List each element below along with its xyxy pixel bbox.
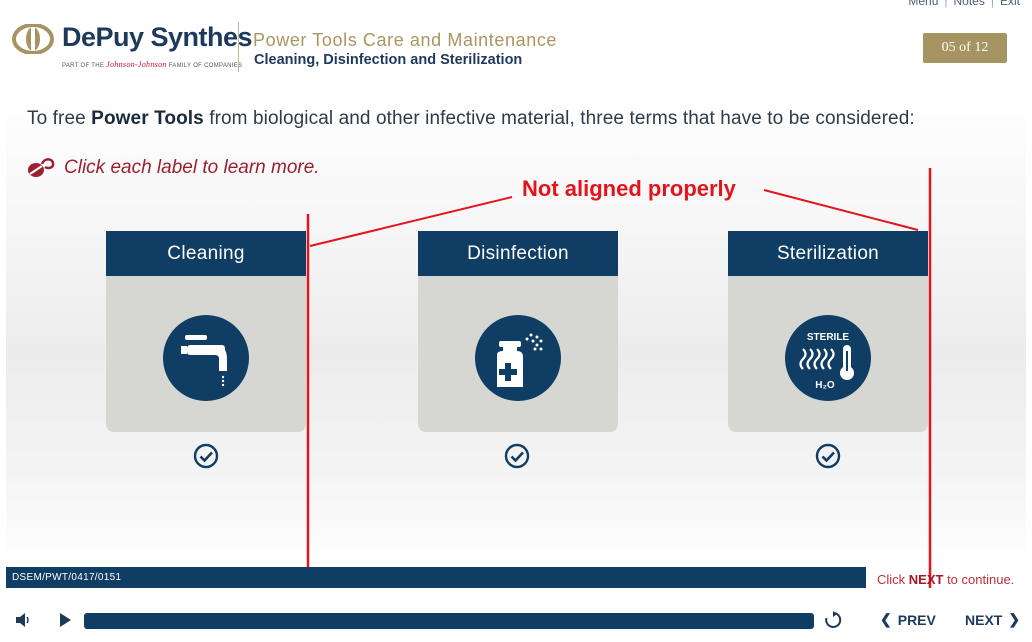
sterile-icon-text-bottom: H₂O xyxy=(815,380,835,391)
continue-hint: Click NEXT to continue. xyxy=(877,572,1014,587)
faucet-icon xyxy=(163,315,249,401)
next-label: NEXT xyxy=(965,611,1003,628)
exit-link[interactable]: Exit xyxy=(1000,0,1020,8)
sterile-h2o-icon: STERILE H₂O xyxy=(785,315,871,401)
pills-icon xyxy=(28,158,55,177)
play-icon[interactable] xyxy=(56,611,74,629)
header: DePuy Synthes PART OF THE Johnson-Johnso… xyxy=(0,0,1032,90)
card-disinfection[interactable]: Disinfection xyxy=(418,231,618,432)
check-icon xyxy=(504,443,530,469)
course-subtitle: Cleaning, Disinfection and Sterilization xyxy=(254,52,523,68)
hint-text: Click each label to learn more. xyxy=(64,157,320,178)
link-separator: | xyxy=(944,0,948,8)
volume-icon[interactable] xyxy=(14,611,32,629)
chevron-right-icon: ❯ xyxy=(1008,611,1021,627)
hint: Click each label to learn more. xyxy=(26,156,320,180)
card-label[interactable]: Disinfection xyxy=(418,231,618,276)
top-links: Menu | Notes | Exit xyxy=(908,0,1020,8)
notes-link[interactable]: Notes xyxy=(954,0,985,8)
document-code-bar: DSEM/PWT/0417/0151 xyxy=(6,567,866,588)
link-separator: | xyxy=(990,0,994,8)
intro-prefix: To free xyxy=(27,108,92,129)
card-sterilization[interactable]: Sterilization STERILE H₂O xyxy=(728,231,928,432)
card-cleaning[interactable]: Cleaning xyxy=(106,231,306,432)
intro-text: To free Power Tools from biological and … xyxy=(27,108,915,130)
player-controls: ❮ PREV NEXT ❯ xyxy=(0,600,1032,642)
card-label[interactable]: Cleaning xyxy=(106,231,306,276)
brand-tagline: PART OF THE Johnson-Johnson FAMILY OF CO… xyxy=(62,60,242,69)
depuy-synthes-logo-icon xyxy=(12,24,54,54)
continue-next: NEXT xyxy=(908,572,944,587)
sterile-icon-text-top: STERILE xyxy=(807,332,850,343)
intro-bold: Power Tools xyxy=(91,108,204,129)
chevron-left-icon: ❮ xyxy=(880,611,892,627)
brand-name: DePuy Synthes xyxy=(62,22,253,52)
header-divider xyxy=(238,22,239,72)
check-icon xyxy=(193,443,219,469)
brand-tag-prefix: PART OF THE xyxy=(62,63,105,69)
continue-suffix: to continue. xyxy=(943,572,1015,587)
prev-button[interactable]: ❮ PREV xyxy=(880,611,936,628)
next-button[interactable]: NEXT ❯ xyxy=(965,611,1020,628)
document-code: DSEM/PWT/0417/0151 xyxy=(12,572,122,583)
course-title: Power Tools Care and Maintenance xyxy=(253,30,558,50)
check-icon xyxy=(815,443,841,469)
card-label[interactable]: Sterilization xyxy=(728,231,928,276)
annotation-label: Not aligned properly xyxy=(522,176,736,201)
page-indicator: 05 of 12 xyxy=(923,33,1007,63)
menu-link[interactable]: Menu xyxy=(908,0,938,8)
brand-tag-suffix: FAMILY OF COMPANIES xyxy=(168,63,243,69)
prev-label: PREV xyxy=(897,611,936,628)
intro-suffix: from biological and other infective mate… xyxy=(203,108,915,129)
continue-prefix: Click xyxy=(877,572,909,587)
disinfectant-spray-icon xyxy=(475,315,561,401)
replay-icon[interactable] xyxy=(824,611,842,629)
brand-tag-jj: Johnson-Johnson xyxy=(106,60,167,69)
progress-bar[interactable] xyxy=(84,613,814,629)
